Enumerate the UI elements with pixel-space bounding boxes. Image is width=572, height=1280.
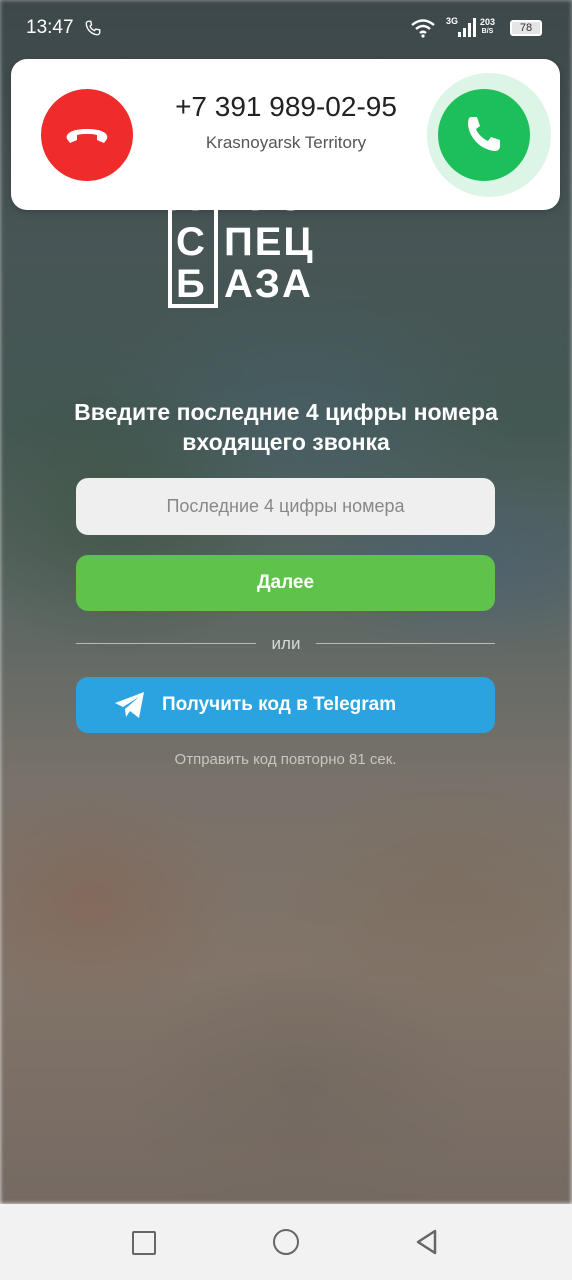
caller-region: Krasnoyarsk Territory <box>205 133 367 152</box>
network-speed-value: 203 <box>480 17 496 27</box>
logo-word-1: ПЕЦ <box>224 220 315 264</box>
battery-icon: 78 <box>510 20 542 36</box>
status-bar: 13:47 3G 203 B/S 78 <box>0 0 572 58</box>
network-speed: 203 B/S <box>480 17 495 37</box>
network-speed-unit: B/S <box>481 28 494 35</box>
logo-box-letter-1: С <box>176 220 205 264</box>
status-time: 13:47 <box>26 17 74 38</box>
battery-level: 78 <box>519 22 533 34</box>
incoming-call-notification[interactable]: +7 391 989-02-95 Krasnoyarsk Territory <box>11 59 560 210</box>
resend-timer-text: Отправить код повторно 81 сек. <box>174 751 397 768</box>
phone-icon <box>468 117 500 151</box>
next-button[interactable]: Далее <box>76 555 495 611</box>
logo-box-letter-2: Б <box>176 262 205 306</box>
accept-call-button[interactable] <box>438 89 530 181</box>
divider-right <box>316 643 495 644</box>
or-separator: или <box>271 634 301 653</box>
code-prompt-heading: Введите последние 4 цифры номера входяще… <box>74 399 498 455</box>
code-input[interactable] <box>76 478 495 535</box>
recent-apps-icon[interactable] <box>132 1231 156 1255</box>
hang-up-icon <box>66 129 108 143</box>
home-icon[interactable] <box>273 1229 299 1255</box>
telegram-icon <box>115 692 144 718</box>
call-in-progress-icon <box>85 20 101 36</box>
app-logo: АВТО С Б ПЕЦ АЗА <box>168 210 408 312</box>
divider-left <box>76 643 256 644</box>
caller-number: +7 391 989-02-95 <box>175 91 397 122</box>
wifi-icon <box>411 19 435 38</box>
decline-call-button[interactable] <box>41 89 133 181</box>
telegram-code-button[interactable]: Получить код в Telegram <box>76 677 495 733</box>
telegram-button-label: Получить код в Telegram <box>162 694 397 715</box>
logo-word-2: АЗА <box>224 262 313 306</box>
back-icon[interactable] <box>414 1228 440 1256</box>
